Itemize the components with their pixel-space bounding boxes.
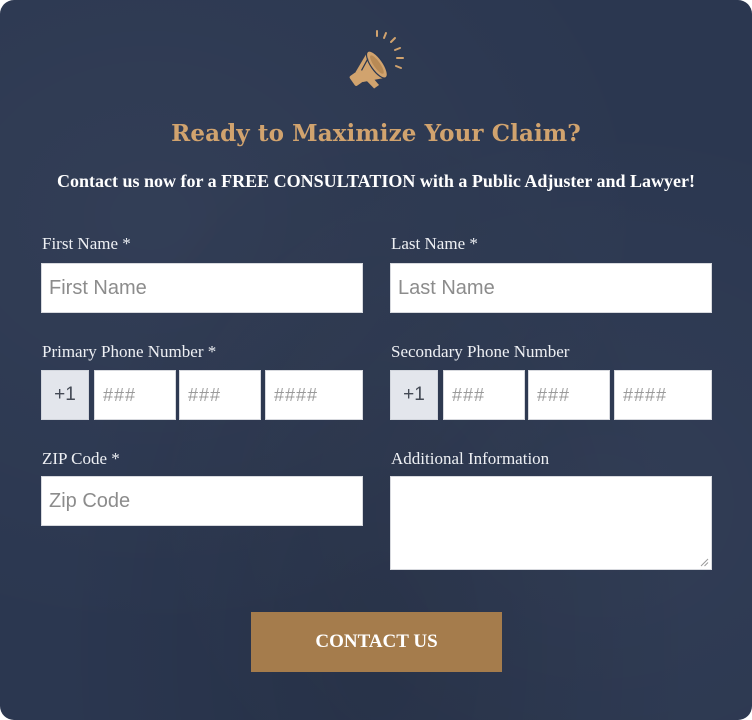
primary-phone-label: Primary Phone Number *	[42, 342, 217, 361]
additional-info-label: Additional Information	[391, 449, 550, 468]
megaphone-icon	[349, 30, 404, 89]
secondary-phone-area-field[interactable]: ###	[443, 370, 525, 420]
primary-phone-line-field[interactable]: ####	[265, 370, 363, 420]
primary-phone-area-field[interactable]: ###	[94, 370, 176, 420]
page-title: Ready to Maximize Your Claim?	[171, 120, 581, 147]
page-subtitle: Contact us now for a FREE CONSULTATION w…	[56, 171, 696, 191]
zip-code-field[interactable]: Zip Code	[41, 476, 363, 526]
resize-grip-icon[interactable]	[700, 558, 709, 567]
contact-us-button[interactable]: CONTACT US	[251, 612, 502, 672]
secondary-phone-prefix-field[interactable]: ###	[528, 370, 610, 420]
primary-phone-country-code: +1	[41, 370, 89, 420]
primary-phone-prefix-field[interactable]: ###	[179, 370, 261, 420]
consultation-form-card: Ready to Maximize Your Claim? Contact us…	[0, 0, 752, 720]
zip-code-label: ZIP Code *	[42, 449, 120, 468]
last-name-field[interactable]: Last Name	[390, 263, 712, 313]
first-name-label: First Name *	[42, 234, 131, 253]
last-name-label: Last Name *	[391, 234, 478, 253]
secondary-phone-country-code: +1	[390, 370, 438, 420]
additional-info-textarea[interactable]	[390, 476, 712, 570]
secondary-phone-label: Secondary Phone Number	[391, 342, 570, 361]
first-name-field[interactable]: First Name	[41, 263, 363, 313]
secondary-phone-line-field[interactable]: ####	[614, 370, 712, 420]
